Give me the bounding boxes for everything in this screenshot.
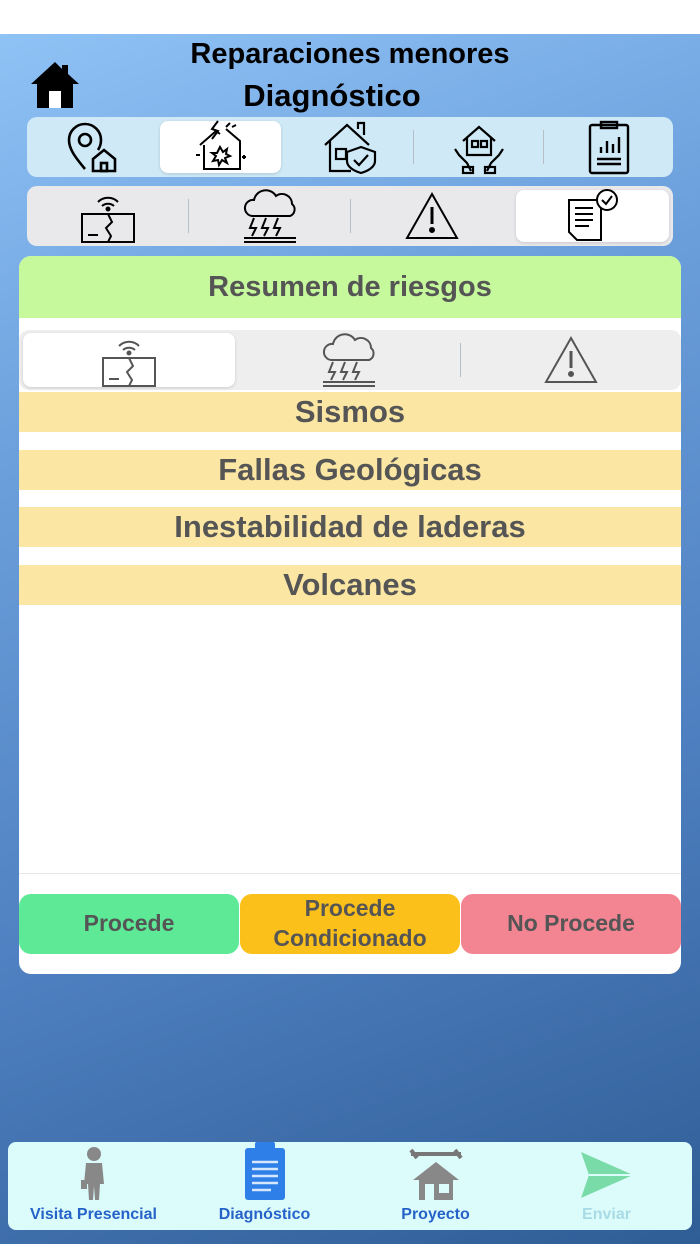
segment-separator bbox=[459, 343, 461, 377]
tab-separator bbox=[413, 130, 415, 164]
risk-summary-card: Resumen de riesgos Sismos Fallas Geológi… bbox=[19, 256, 681, 974]
risk-item-sismos[interactable]: Sismos bbox=[19, 392, 681, 432]
earthquake-crack-icon bbox=[80, 196, 135, 243]
tab-summary[interactable] bbox=[516, 189, 669, 242]
tab-house-shield[interactable] bbox=[289, 121, 410, 175]
house-shield-icon bbox=[324, 121, 377, 175]
tab-report[interactable] bbox=[548, 120, 669, 175]
nav-visita-presencial[interactable]: Visita Presencial bbox=[8, 1142, 179, 1230]
procede-condicionado-button[interactable]: Procede Condicionado bbox=[240, 894, 460, 954]
tab-warning[interactable] bbox=[355, 190, 508, 242]
segment-earthquake[interactable] bbox=[23, 333, 236, 387]
storm-cloud-icon bbox=[243, 189, 296, 243]
location-house-icon bbox=[68, 122, 117, 173]
hands-house-icon bbox=[453, 125, 504, 175]
checklist-document-icon bbox=[567, 189, 618, 241]
segment-warning[interactable] bbox=[465, 333, 677, 387]
risk-item-fallas[interactable]: Fallas Geológicas bbox=[19, 450, 681, 490]
warning-triangle-icon bbox=[404, 191, 459, 239]
risk-section-tabbar bbox=[27, 186, 673, 246]
nav-label: Visita Presencial bbox=[30, 1206, 157, 1223]
home-icon bbox=[31, 62, 79, 108]
warning-triangle-icon bbox=[544, 335, 598, 383]
nav-label: Diagnóstico bbox=[218, 1206, 311, 1223]
card-title: Resumen de riesgos bbox=[19, 256, 681, 318]
send-icon bbox=[580, 1152, 633, 1198]
home-button[interactable] bbox=[28, 58, 82, 112]
tab-separator bbox=[543, 130, 545, 164]
tab-storm[interactable] bbox=[193, 189, 346, 243]
earthquake-crack-icon bbox=[102, 340, 157, 387]
risk-item-laderas[interactable]: Inestabilidad de laderas bbox=[19, 507, 681, 547]
tab-hands-house[interactable] bbox=[418, 121, 539, 175]
tab-separator bbox=[350, 199, 351, 233]
main-section-tabbar bbox=[27, 117, 673, 177]
no-procede-button[interactable]: No Procede bbox=[461, 894, 681, 954]
person-icon bbox=[80, 1147, 104, 1200]
tab-separator bbox=[188, 199, 189, 233]
nav-diagnostico[interactable]: Diagnóstico bbox=[179, 1142, 350, 1230]
risk-segment-control bbox=[19, 330, 681, 390]
page-title: Reparaciones menores bbox=[190, 38, 510, 70]
nav-label: Enviar bbox=[582, 1206, 631, 1223]
nav-proyecto[interactable]: Proyecto bbox=[350, 1142, 521, 1230]
report-clipboard-icon bbox=[588, 120, 629, 175]
tab-earthquake[interactable] bbox=[31, 190, 184, 243]
page-subtitle: Diagnóstico bbox=[243, 78, 421, 113]
bottom-nav-bar: Visita Presencial Diagnóstico Proyecto E… bbox=[8, 1142, 692, 1230]
tab-house-damage[interactable] bbox=[159, 120, 281, 173]
divider bbox=[19, 873, 681, 874]
house-damage-icon bbox=[196, 120, 247, 170]
tab-location[interactable] bbox=[31, 121, 152, 173]
procede-button[interactable]: Procede bbox=[19, 894, 239, 954]
nav-enviar[interactable]: Enviar bbox=[521, 1142, 692, 1230]
nav-label: Proyecto bbox=[401, 1206, 470, 1223]
condicionado-label-line2: Condicionado bbox=[273, 925, 427, 951]
clipboard-icon bbox=[244, 1142, 285, 1200]
risk-item-volcanes[interactable]: Volcanes bbox=[19, 565, 681, 605]
storm-cloud-icon bbox=[323, 333, 376, 387]
condicionado-label-line1: Procede bbox=[304, 895, 396, 922]
house-tools-icon bbox=[408, 1148, 463, 1200]
segment-storm[interactable] bbox=[243, 333, 455, 387]
